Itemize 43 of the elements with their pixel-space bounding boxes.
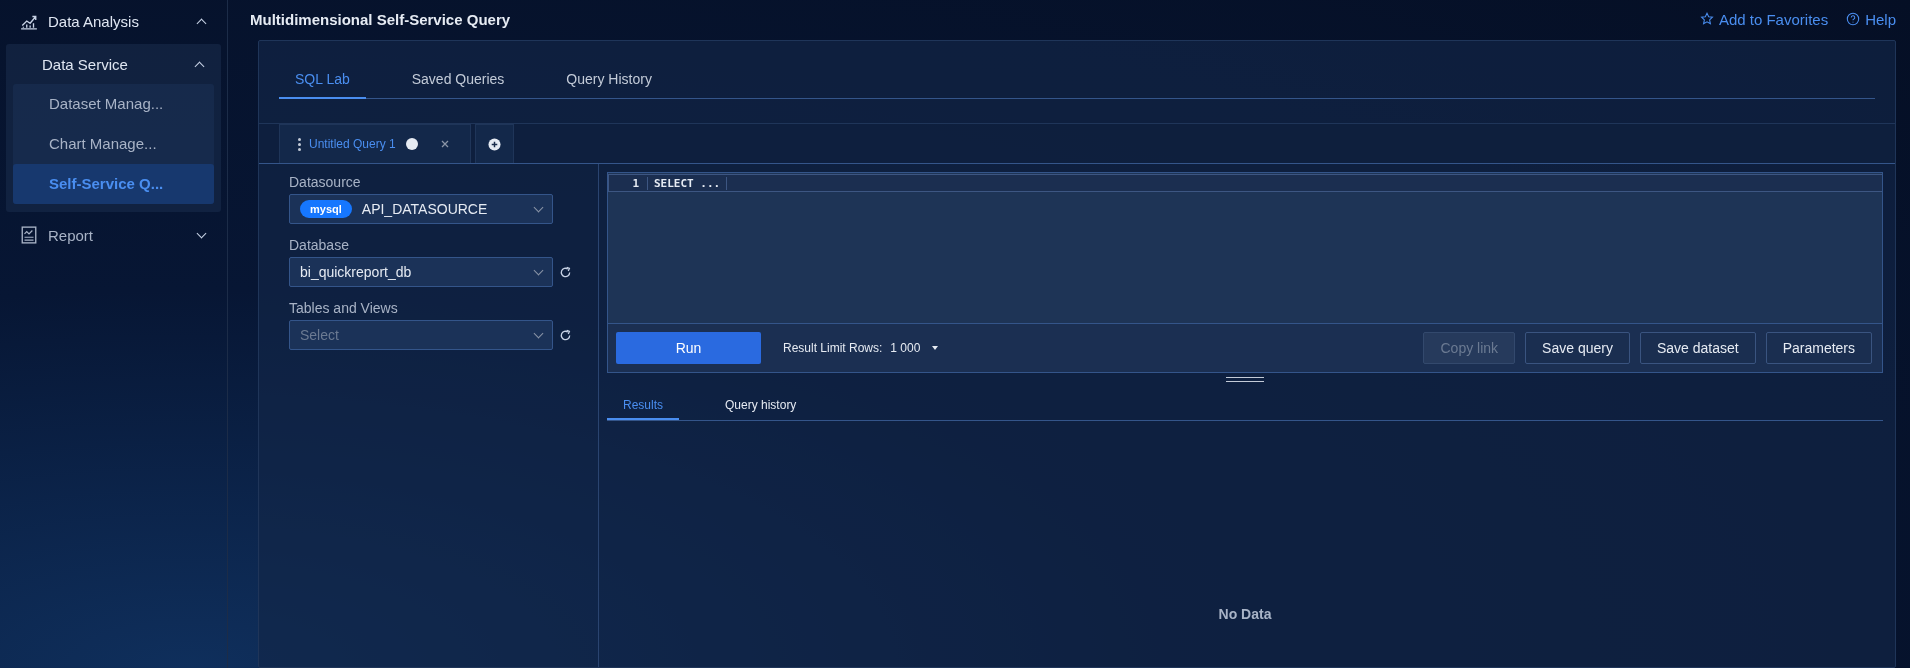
report-icon — [20, 226, 38, 244]
field-label: Database — [289, 237, 350, 253]
header-link[interactable]: Add to Favorites — [1699, 10, 1829, 28]
add-tab-button[interactable] — [474, 124, 514, 163]
star-icon — [1699, 12, 1714, 26]
tab[interactable]: Query history — [709, 392, 813, 420]
menu-item[interactable]: Data Analysis — [0, 6, 227, 36]
run-button[interactable]: Run — [616, 332, 761, 364]
menu-item[interactable]: Report — [0, 220, 227, 250]
unsaved-dot-icon — [405, 138, 418, 150]
menu-item[interactable]: Chart Manage... — [13, 124, 214, 164]
menu-item[interactable]: Self-Service Q... — [13, 164, 214, 204]
help-icon — [1846, 12, 1861, 26]
field-label: Tables and Views — [289, 300, 399, 316]
close-icon[interactable] — [439, 139, 450, 149]
resize-handle[interactable] — [1226, 377, 1264, 382]
tab[interactable]: Saved Queries — [395, 61, 521, 97]
header-link[interactable]: Help — [1846, 10, 1896, 28]
source-tag: mysql — [300, 200, 352, 218]
toolbar-button[interactable]: Parameters — [1765, 332, 1872, 364]
plus-icon — [487, 137, 501, 151]
refresh-icon[interactable] — [559, 265, 572, 279]
code-editor[interactable]: 1 SELECT ... — [608, 173, 1882, 324]
limit-label: Result Limit Rows: — [783, 341, 883, 355]
tab[interactable]: Results — [607, 392, 679, 420]
field-label: Datasource — [289, 174, 362, 190]
limit-dropdown[interactable]: 1 000 — [890, 341, 921, 355]
select-field[interactable]: mysql API_DATASOURCE — [289, 194, 553, 224]
menu-item[interactable]: Dataset Manag... — [13, 84, 214, 124]
select-field[interactable]: bi_quickreport_db — [289, 257, 553, 287]
toolbar-button[interactable]: Save dataset — [1639, 332, 1756, 364]
caret-icon[interactable] — [932, 346, 939, 350]
query-tab[interactable]: Untitled Query 1 — [279, 124, 471, 163]
code-line: SELECT ... — [648, 176, 728, 190]
empty-message: No Data — [1218, 606, 1272, 622]
toolbar-button[interactable]: Save query — [1525, 332, 1630, 364]
page-title: Multidimensional Self-Service Query — [250, 10, 512, 28]
line-number: 1 — [609, 176, 648, 190]
tab[interactable]: Query History — [550, 61, 668, 97]
drag-handle-icon — [298, 137, 301, 151]
refresh-icon[interactable] — [559, 328, 572, 342]
menu-item[interactable]: Data Service — [6, 44, 221, 84]
tab[interactable]: SQL Lab — [279, 61, 366, 99]
